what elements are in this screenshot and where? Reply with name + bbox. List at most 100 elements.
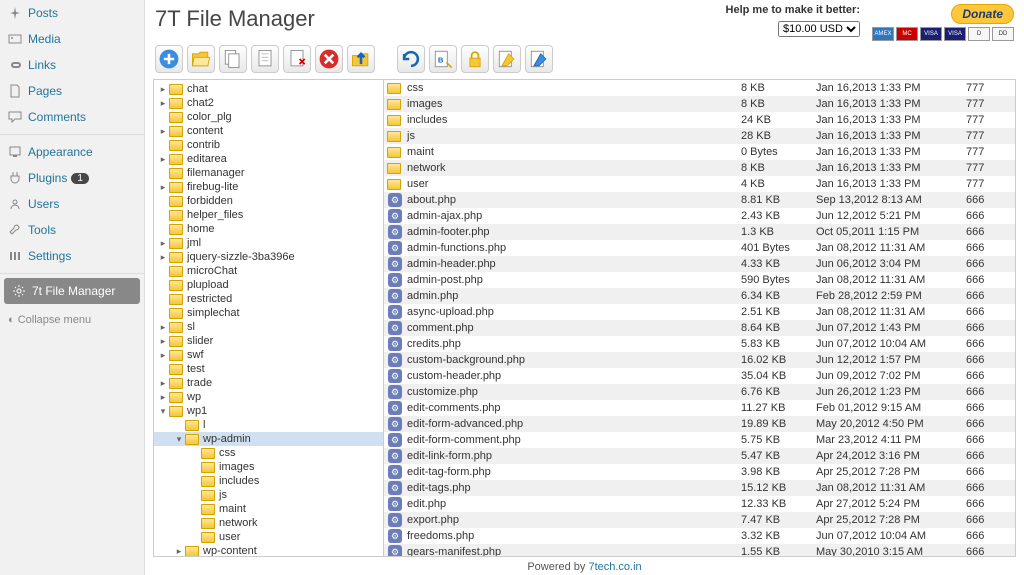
expand-arrow-icon[interactable]: ▸	[158, 336, 168, 347]
expand-arrow-icon[interactable]: ▸	[158, 126, 168, 137]
expand-arrow-icon[interactable]: ▸	[158, 322, 168, 333]
file-row[interactable]: credits.php5.83 KBJun 07,2012 10:04 AM66…	[384, 336, 1015, 352]
toolbar-refresh-button[interactable]	[397, 45, 425, 73]
tree-item[interactable]: ▸jml	[154, 236, 383, 250]
tree-item[interactable]: network	[154, 516, 383, 530]
file-row[interactable]: admin-footer.php1.3 KBOct 05,2011 1:15 P…	[384, 224, 1015, 240]
file-row[interactable]: includes24 KBJan 16,2013 1:33 PM777	[384, 112, 1015, 128]
file-row[interactable]: customize.php6.76 KBJun 26,2012 1:23 PM6…	[384, 384, 1015, 400]
sidebar-item-pages[interactable]: Pages	[0, 78, 144, 104]
file-row[interactable]: edit-comments.php11.27 KBFeb 01,2012 9:1…	[384, 400, 1015, 416]
expand-arrow-icon[interactable]: ▸	[174, 546, 184, 557]
expand-arrow-icon[interactable]: ▸	[158, 84, 168, 95]
file-row[interactable]: admin-post.php590 BytesJan 08,2012 11:31…	[384, 272, 1015, 288]
file-row[interactable]: edit.php12.33 KBApr 27,2012 5:24 PM666	[384, 496, 1015, 512]
toolbar-perm-button[interactable]	[461, 45, 489, 73]
file-row[interactable]: comment.php8.64 KBJun 07,2012 1:43 PM666	[384, 320, 1015, 336]
tree-item[interactable]: user	[154, 530, 383, 544]
expand-arrow-icon[interactable]: ▸	[158, 182, 168, 193]
file-row[interactable]: admin-functions.php401 BytesJan 08,2012 …	[384, 240, 1015, 256]
expand-arrow-icon[interactable]: ▾	[174, 434, 184, 445]
file-row[interactable]: edit-form-advanced.php19.89 KBMay 20,201…	[384, 416, 1015, 432]
file-row[interactable]: custom-header.php35.04 KBJun 09,2012 7:0…	[384, 368, 1015, 384]
toolbar-copy-button[interactable]	[219, 45, 247, 73]
file-row[interactable]: admin.php6.34 KBFeb 28,2012 2:59 PM666	[384, 288, 1015, 304]
sidebar-item-appearance[interactable]: Appearance	[0, 139, 144, 165]
donate-amount-select[interactable]: $10.00 USD	[778, 21, 860, 37]
file-row[interactable]: maint0 BytesJan 16,2013 1:33 PM777	[384, 144, 1015, 160]
toolbar-paste-button[interactable]	[283, 45, 311, 73]
toolbar-upload-button[interactable]	[347, 45, 375, 73]
expand-arrow-icon[interactable]: ▾	[158, 406, 168, 417]
tree-item[interactable]: ▸jquery-sizzle-3ba396e	[154, 250, 383, 264]
expand-arrow-icon[interactable]: ▸	[158, 378, 168, 389]
file-row[interactable]: edit-form-comment.php5.75 KBMar 23,2012 …	[384, 432, 1015, 448]
collapse-menu[interactable]: ◐ Collapse menu	[0, 306, 144, 334]
sidebar-item-comments[interactable]: Comments	[0, 104, 144, 130]
tree-item[interactable]: color_plg	[154, 110, 383, 124]
tree-item[interactable]: test	[154, 362, 383, 376]
toolbar-edit1-button[interactable]	[493, 45, 521, 73]
file-row[interactable]: edit-tags.php15.12 KBJan 08,2012 11:31 A…	[384, 480, 1015, 496]
tree-item[interactable]: ▸trade	[154, 376, 383, 390]
sidebar-item-7t-file-manager[interactable]: 7t File Manager	[4, 278, 140, 304]
file-list[interactable]: css8 KBJan 16,2013 1:33 PM777images8 KBJ…	[384, 80, 1015, 556]
tree-item[interactable]: css	[154, 446, 383, 460]
tree-item[interactable]: ▾wp-admin	[154, 432, 383, 446]
tree-item[interactable]: maint	[154, 502, 383, 516]
tree-item[interactable]: includes	[154, 474, 383, 488]
tree-item[interactable]: ▸wp-content	[154, 544, 383, 556]
expand-arrow-icon[interactable]: ▸	[158, 392, 168, 403]
expand-arrow-icon[interactable]: ▸	[158, 98, 168, 109]
sidebar-item-tools[interactable]: Tools	[0, 217, 144, 243]
file-row[interactable]: edit-tag-form.php3.98 KBApr 25,2012 7:28…	[384, 464, 1015, 480]
file-row[interactable]: edit-link-form.php5.47 KBApr 24,2012 3:1…	[384, 448, 1015, 464]
expand-arrow-icon[interactable]: ▸	[158, 252, 168, 263]
tree-item[interactable]: ▸content	[154, 124, 383, 138]
file-row[interactable]: custom-background.php16.02 KBJun 12,2012…	[384, 352, 1015, 368]
footer-link[interactable]: 7tech.co.in	[588, 561, 641, 573]
sidebar-item-posts[interactable]: Posts	[0, 0, 144, 26]
sidebar-item-settings[interactable]: Settings	[0, 243, 144, 269]
tree-item[interactable]: ▾wp1	[154, 404, 383, 418]
tree-item[interactable]: filemanager	[154, 166, 383, 180]
tree-item[interactable]: ▸sl	[154, 320, 383, 334]
file-row[interactable]: async-upload.php2.51 KBJan 08,2012 11:31…	[384, 304, 1015, 320]
tree-item[interactable]: l	[154, 418, 383, 432]
tree-item[interactable]: ▸editarea	[154, 152, 383, 166]
donate-button[interactable]: Donate	[951, 4, 1014, 24]
file-row[interactable]: user4 KBJan 16,2013 1:33 PM777	[384, 176, 1015, 192]
tree-item[interactable]: restricted	[154, 292, 383, 306]
expand-arrow-icon[interactable]: ▸	[158, 154, 168, 165]
tree-item[interactable]: forbidden	[154, 194, 383, 208]
tree-item[interactable]: images	[154, 460, 383, 474]
sidebar-item-plugins[interactable]: Plugins1	[0, 165, 144, 191]
tree-item[interactable]: microChat	[154, 264, 383, 278]
sidebar-item-users[interactable]: Users	[0, 191, 144, 217]
toolbar-edit2-button[interactable]	[525, 45, 553, 73]
file-row[interactable]: css8 KBJan 16,2013 1:33 PM777	[384, 80, 1015, 96]
tree-item[interactable]: ▸swf	[154, 348, 383, 362]
folder-tree[interactable]: ▸chat▸chat2color_plg▸contentcontrib▸edit…	[154, 80, 384, 556]
toolbar-open-button[interactable]	[187, 45, 215, 73]
expand-arrow-icon[interactable]: ▸	[158, 350, 168, 361]
file-row[interactable]: admin-ajax.php2.43 KBJun 12,2012 5:21 PM…	[384, 208, 1015, 224]
tree-item[interactable]: simplechat	[154, 306, 383, 320]
tree-item[interactable]: js	[154, 488, 383, 502]
tree-item[interactable]: ▸firebug-lite	[154, 180, 383, 194]
tree-item[interactable]: ▸chat	[154, 82, 383, 96]
expand-arrow-icon[interactable]: ▸	[158, 238, 168, 249]
file-row[interactable]: export.php7.47 KBApr 25,2012 7:28 PM666	[384, 512, 1015, 528]
file-row[interactable]: gears-manifest.php1.55 KBMay 30,2010 3:1…	[384, 544, 1015, 556]
tree-item[interactable]: ▸chat2	[154, 96, 383, 110]
toolbar-cut-button[interactable]	[251, 45, 279, 73]
toolbar-rename-button[interactable]: B	[429, 45, 457, 73]
sidebar-item-links[interactable]: Links	[0, 52, 144, 78]
toolbar-delete-button[interactable]	[315, 45, 343, 73]
file-row[interactable]: about.php8.81 KBSep 13,2012 8:13 AM666	[384, 192, 1015, 208]
file-row[interactable]: network8 KBJan 16,2013 1:33 PM777	[384, 160, 1015, 176]
toolbar-new-button[interactable]	[155, 45, 183, 73]
file-row[interactable]: js28 KBJan 16,2013 1:33 PM777	[384, 128, 1015, 144]
tree-item[interactable]: contrib	[154, 138, 383, 152]
tree-item[interactable]: plupload	[154, 278, 383, 292]
